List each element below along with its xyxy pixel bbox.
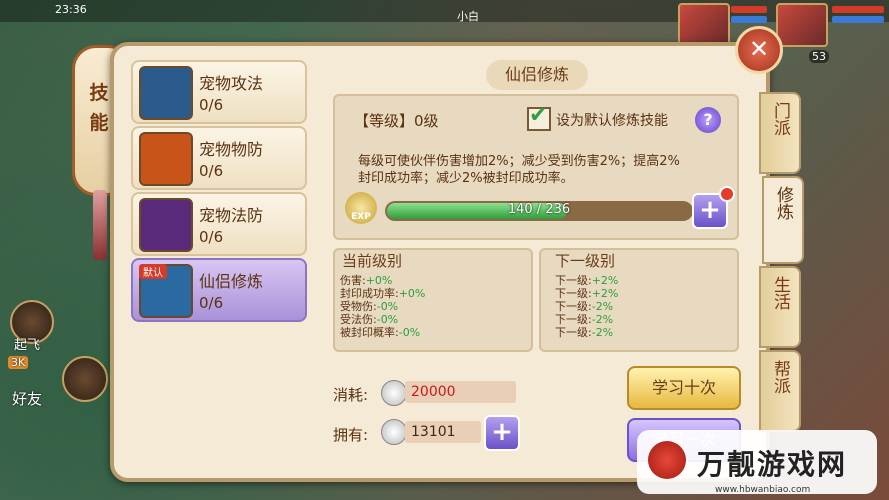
learn-ten-button[interactable]: 学习十次 xyxy=(627,366,741,410)
watermark-url: www.hbwanbiao.com xyxy=(715,485,811,495)
stat-row: 被封印概率:-0% xyxy=(340,324,420,340)
tab-guild[interactable]: 帮派 xyxy=(759,350,801,432)
tab-sect[interactable]: 门派 xyxy=(759,92,801,174)
skill-name: 宠物攻法 xyxy=(199,74,264,93)
own-label: 拥有: xyxy=(333,426,369,444)
chat-button[interactable] xyxy=(62,356,108,402)
close-button[interactable]: ✕ xyxy=(735,26,783,74)
watermark-logo-icon xyxy=(648,441,686,479)
tab-life[interactable]: 生活 xyxy=(759,266,801,348)
map-name: 小白 xyxy=(457,10,479,23)
default-label: 设为默认修炼技能 xyxy=(556,113,668,129)
tab-label: 修炼 xyxy=(773,186,793,220)
friends-label[interactable]: 好友 xyxy=(12,388,42,409)
player-hp-bar xyxy=(832,6,884,13)
silver-coin-icon xyxy=(381,419,407,445)
help-icon[interactable]: ? xyxy=(695,107,721,133)
skill-count: 0/6 xyxy=(199,228,224,246)
stat-value: +0% xyxy=(398,287,426,300)
stat-value: -0% xyxy=(398,326,421,339)
skill-item-pet-physical-defense[interactable]: 宠物物防 0/6 xyxy=(131,126,307,190)
pet-magic-defense-icon xyxy=(139,198,193,252)
player-portrait[interactable] xyxy=(776,3,828,47)
lantern-tassel xyxy=(93,190,107,260)
friend-badge: 3K xyxy=(8,356,29,369)
stat-row: 下一级:-2% xyxy=(555,324,613,340)
pet-mp-bar xyxy=(731,16,767,23)
notification-dot xyxy=(719,186,735,202)
skill-name: 宠物物防 xyxy=(199,140,264,159)
skill-item-partner-training[interactable]: 默认 仙侣修炼 0/6 xyxy=(131,258,307,322)
player-mp-bar xyxy=(832,16,884,23)
cost-label: 消耗: xyxy=(333,386,369,404)
description-line-2: 封印成功率；减少2%被封印成功率。 xyxy=(358,171,574,186)
fly-label: 起飞 xyxy=(14,338,41,353)
watermark-title: 万靓游戏网 xyxy=(697,448,848,481)
default-badge: 默认 xyxy=(139,264,167,279)
skill-item-pet-magic-defense[interactable]: 宠物法防 0/6 xyxy=(131,192,307,256)
exp-bar-text: 140 / 236 xyxy=(507,202,571,217)
stat-label: 被封印概率: xyxy=(340,326,399,339)
detail-title: 仙侣修炼 xyxy=(486,60,588,90)
stat-value: -2% xyxy=(591,326,614,339)
stat-label: 下一级: xyxy=(555,326,592,339)
exp-icon: EXP xyxy=(345,192,377,224)
skill-count: 0/6 xyxy=(199,96,224,114)
lantern-title: 技能 xyxy=(89,82,109,134)
tab-label: 帮派 xyxy=(770,360,790,394)
level-label: 【等级】0级 xyxy=(354,112,439,130)
pet-portrait[interactable] xyxy=(678,3,730,47)
tab-training[interactable]: 修炼 xyxy=(762,176,804,264)
add-silver-button[interactable]: + xyxy=(484,415,520,451)
pet-physical-defense-icon xyxy=(139,132,193,186)
skill-name: 仙侣修炼 xyxy=(199,272,264,291)
tab-label: 门派 xyxy=(770,102,790,136)
own-value: 13101 xyxy=(405,421,481,443)
cost-value: 20000 xyxy=(405,381,516,403)
skill-count: 0/6 xyxy=(199,162,224,180)
pet-attack-icon xyxy=(139,66,193,120)
player-level-badge: 53 xyxy=(809,50,829,63)
skill-count: 0/6 xyxy=(199,294,224,312)
skill-name: 宠物法防 xyxy=(199,206,264,225)
next-level-title: 下一级别 xyxy=(555,252,616,270)
clock-text: 23:36 xyxy=(55,3,87,16)
tab-label: 生活 xyxy=(770,276,790,310)
current-level-title: 当前级别 xyxy=(342,252,403,270)
skill-item-pet-attack[interactable]: 宠物攻法 0/6 xyxy=(131,60,307,124)
silver-coin-icon xyxy=(381,380,407,406)
check-icon: ✔ xyxy=(529,103,548,128)
pet-hp-bar xyxy=(731,6,767,13)
